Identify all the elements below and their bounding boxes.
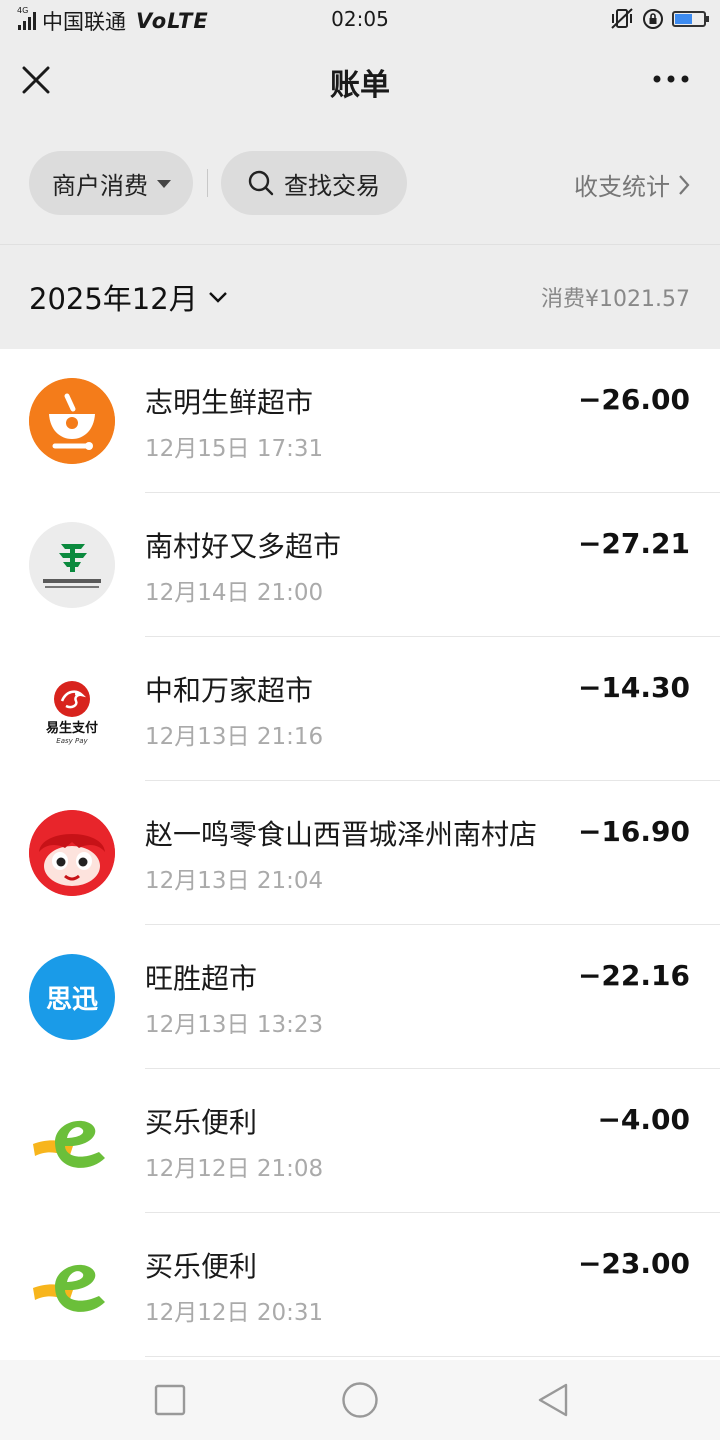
circle-icon (342, 1382, 378, 1418)
merchant-filter-label: 商户消费 (52, 171, 148, 200)
stats-label: 收支统计 (574, 173, 670, 201)
recents-button[interactable] (150, 1380, 190, 1420)
triangle-back-icon (538, 1383, 568, 1417)
merchant-filter-dropdown[interactable]: 商户消费 (29, 151, 193, 215)
transaction-amount: −14.30 (577, 671, 690, 704)
transaction-row[interactable]: 买乐便利 12月12日 20:31 −23.00 (0, 1213, 720, 1357)
bowl-logo-orange (29, 378, 115, 464)
status-bar: 4G 中国联通 VoLTE 02:05 (0, 0, 720, 38)
page-title: 账单 (330, 68, 390, 103)
transaction-row[interactable]: 思迅 旺胜超市 12月13日 13:23 −22.16 (0, 925, 720, 1069)
merchant-name: 赵一鸣零食山西晋城泽州南村店 (145, 818, 538, 851)
square-icon (154, 1384, 186, 1416)
mascot-logo-red (29, 810, 115, 896)
filter-bar: 商户消费 查找交易 收支统计 (0, 151, 720, 215)
postal-bank-logo (29, 522, 115, 608)
search-label: 查找交易 (284, 171, 380, 200)
month-selector[interactable]: 2025年12月 (29, 276, 228, 318)
transaction-row[interactable]: 赵一鸣零食山西晋城泽州南村店 12月13日 21:04 −16.90 (0, 781, 720, 925)
divider (207, 169, 208, 197)
merchant-name: 南村好又多超市 (145, 530, 342, 563)
merchant-name: 买乐便利 (145, 1250, 258, 1283)
transaction-list: 志明生鲜超市 12月15日 17:31 −26.00 南村好又多超市 12月14… (0, 349, 720, 1360)
vibrate-icon (611, 8, 633, 29)
chevron-down-icon (208, 292, 227, 303)
merchant-name: 志明生鲜超市 (145, 386, 314, 419)
search-icon (248, 170, 274, 196)
caret-down-icon (157, 180, 171, 188)
transaction-time: 12月13日 13:23 (145, 1012, 324, 1038)
month-label: 2025年12月 (29, 282, 198, 316)
rotation-lock-icon (643, 9, 663, 29)
divider (0, 244, 720, 245)
top-bar: 账单 (0, 40, 720, 120)
merchant-name: 旺胜超市 (145, 962, 258, 995)
merchant-name: 买乐便利 (145, 1106, 258, 1139)
back-button[interactable] (533, 1380, 573, 1420)
transaction-row[interactable]: 易生支付 Easy Pay 中和万家超市 12月13日 21:16 −14.30 (0, 637, 720, 781)
e-logo-green (29, 1098, 115, 1184)
transaction-row[interactable]: 南村好又多超市 12月14日 21:00 −27.21 (0, 493, 720, 637)
month-total: 消费¥1021.57 (541, 287, 690, 312)
merchant-name: 中和万家超市 (145, 674, 314, 707)
stats-link[interactable]: 收支统计 (574, 167, 690, 202)
more-icon (653, 75, 689, 83)
transaction-time: 12月14日 21:00 (145, 580, 324, 606)
home-button[interactable] (340, 1380, 380, 1420)
transaction-row[interactable]: 志明生鲜超市 12月15日 17:31 −26.00 (0, 349, 720, 493)
battery-icon (672, 11, 709, 27)
system-nav-bar (0, 1360, 720, 1440)
transaction-time: 12月15日 17:31 (145, 436, 324, 462)
transaction-time: 12月12日 20:31 (145, 1300, 324, 1326)
transaction-amount: −27.21 (577, 527, 690, 560)
transaction-amount: −22.16 (577, 959, 690, 992)
transaction-amount: −16.90 (577, 815, 690, 848)
transaction-row[interactable]: 买乐便利 12月12日 21:08 −4.00 (0, 1069, 720, 1213)
month-header: 2025年12月 消费¥1021.57 (0, 246, 720, 349)
transaction-amount: −26.00 (577, 383, 690, 416)
transaction-time: 12月12日 21:08 (145, 1156, 324, 1182)
chevron-right-icon (679, 174, 690, 195)
transaction-amount: −4.00 (597, 1103, 690, 1136)
sixun-logo: 思迅 (29, 954, 115, 1040)
transaction-time: 12月13日 21:04 (145, 868, 324, 894)
transaction-time: 12月13日 21:16 (145, 724, 324, 750)
search-transactions-button[interactable]: 查找交易 (221, 151, 407, 215)
e-logo-green (29, 1242, 115, 1328)
transaction-amount: −23.00 (577, 1247, 690, 1280)
more-button[interactable] (646, 64, 696, 94)
easypay-logo: 易生支付 Easy Pay (29, 666, 115, 752)
